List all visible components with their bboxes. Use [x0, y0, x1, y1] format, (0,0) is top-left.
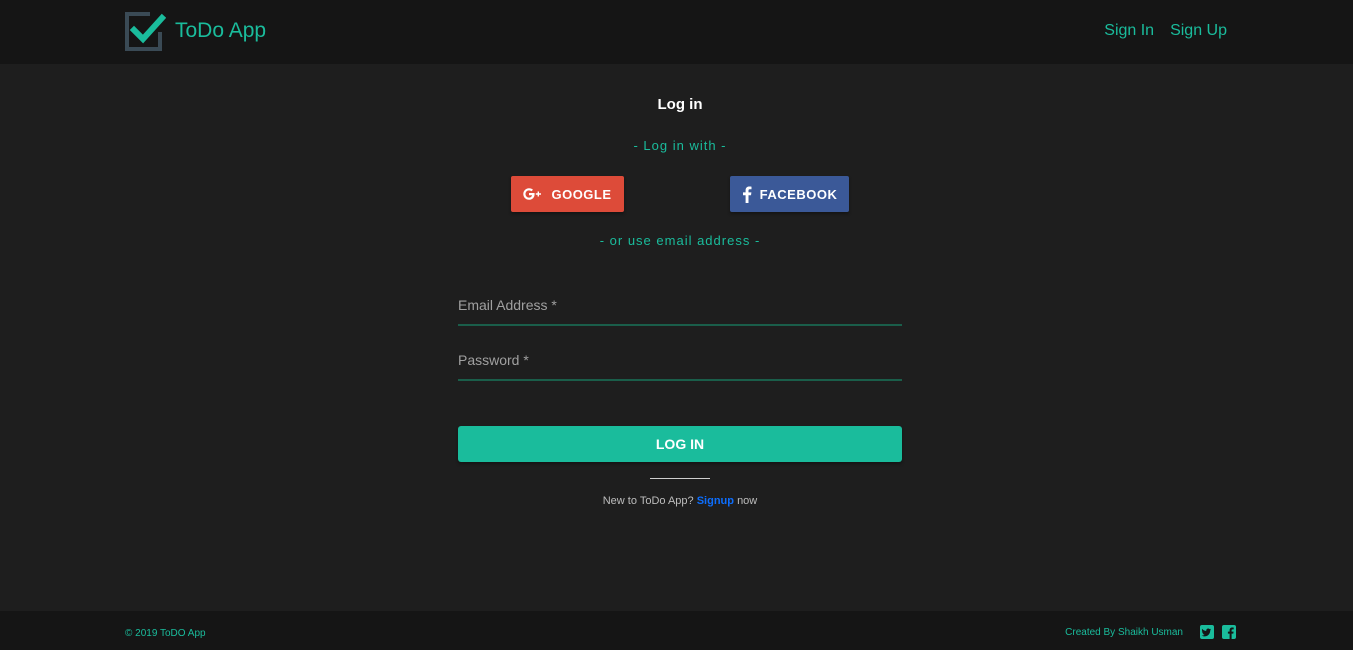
password-input[interactable] — [458, 347, 902, 373]
password-field-container — [458, 341, 902, 381]
footer: © 2019 ToDO App Created By Shaikh Usman — [0, 611, 1353, 650]
brand-link[interactable]: ToDo App — [124, 10, 266, 52]
email-input[interactable] — [458, 292, 902, 318]
copyright-text: © 2019 ToDO App — [125, 628, 206, 639]
login-button[interactable]: LOG IN — [458, 426, 902, 462]
nav-sign-up-link[interactable]: Sign Up — [1170, 20, 1227, 42]
twitter-square-icon[interactable] — [1200, 625, 1214, 639]
footer-credit: Created By Shaikh Usman — [1065, 625, 1236, 639]
checkbox-check-icon — [125, 12, 166, 51]
signup-prefix-text: New to ToDo App? — [602, 495, 694, 507]
signup-link[interactable]: Signup — [697, 495, 734, 507]
facebook-icon — [742, 186, 752, 203]
credit-text: Created By Shaikh Usman — [1065, 626, 1183, 638]
signup-prompt: New to ToDo App? Signup now — [0, 495, 1353, 507]
nav-sign-in-link[interactable]: Sign In — [1104, 20, 1154, 42]
google-login-button[interactable]: GOOGLE — [511, 176, 624, 212]
facebook-login-button[interactable]: FACEBOOK — [730, 176, 849, 212]
top-nav: Sign In Sign Up — [1088, 20, 1227, 42]
facebook-square-icon[interactable] — [1222, 625, 1236, 639]
brand-name: ToDo App — [175, 19, 267, 42]
email-login-prompt: - or use email address - — [599, 233, 761, 248]
google-plus-icon — [523, 188, 542, 200]
google-button-label: GOOGLE — [551, 186, 612, 202]
divider — [650, 478, 710, 479]
facebook-button-label: FACEBOOK — [759, 186, 838, 202]
signup-suffix-text: now — [737, 495, 758, 507]
top-navbar: ToDo App Sign In Sign Up — [0, 0, 1353, 64]
login-title: Log in — [657, 96, 703, 113]
email-field-container — [458, 286, 902, 326]
social-login-prompt: - Log in with - — [633, 138, 727, 153]
